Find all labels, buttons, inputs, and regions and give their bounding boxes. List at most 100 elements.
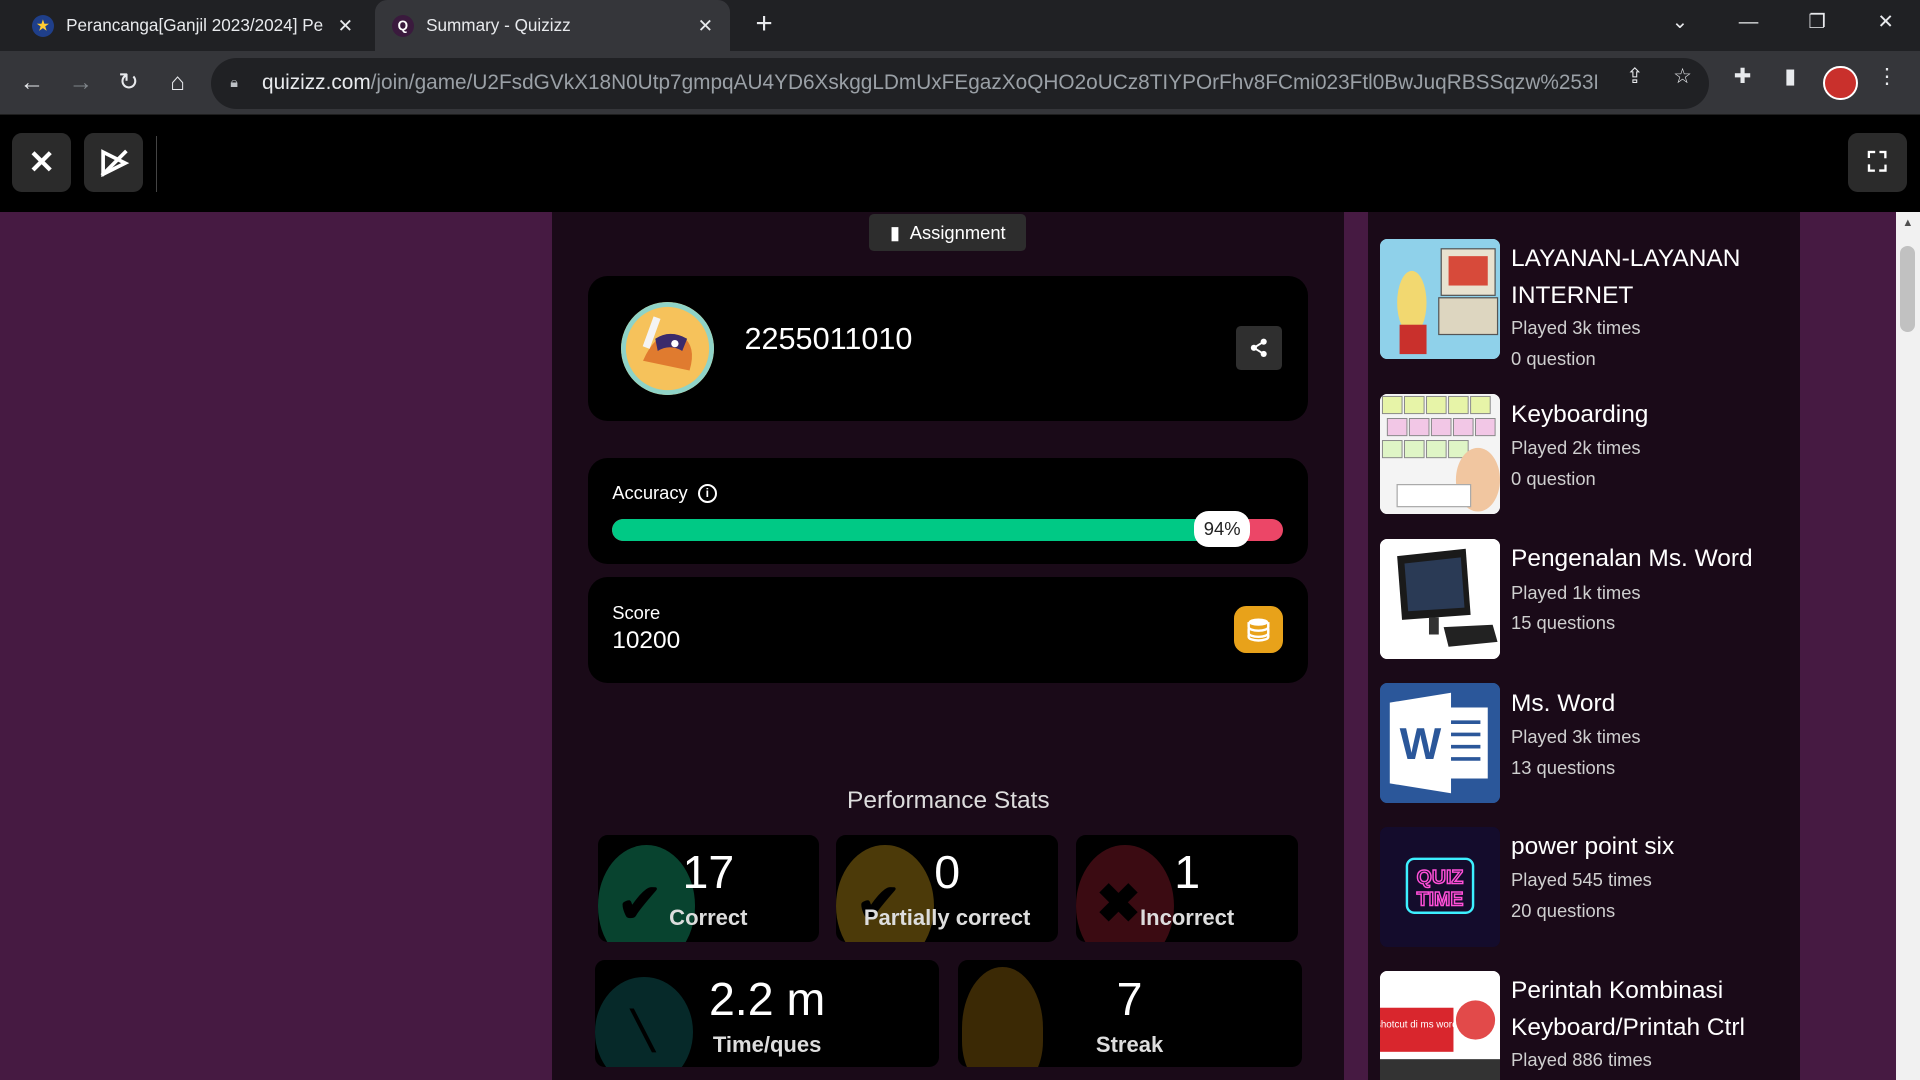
- close-icon[interactable]: ✕: [12, 133, 71, 193]
- recommendation-title: Perintah Kombinasi Keyboard/Printah Ctrl: [1511, 977, 1745, 1042]
- tab-perancanga[interactable]: ★ Perancanga[Ganjil 2023/2024] Pe ✕: [15, 0, 370, 51]
- close-tab-icon[interactable]: ✕: [691, 15, 720, 37]
- player-avatar: [620, 302, 714, 396]
- tab-summary-quizizz[interactable]: Q Summary - Quizizz ✕: [374, 0, 730, 52]
- stat-streak: 7 Streak: [957, 959, 1302, 1067]
- correct-label: Correct: [669, 904, 748, 930]
- accuracy-label-row: Accuracy i: [612, 482, 718, 504]
- quiz-thumbnail: W: [1380, 683, 1500, 804]
- recommendation-item[interactable]: shotcut di ms word Perintah Kombinasi Ke…: [1380, 971, 1784, 1080]
- partial-label: Partially correct: [863, 904, 1031, 930]
- avatar-illustration: [620, 302, 714, 396]
- computer-image: [1380, 538, 1500, 659]
- tab-title: Summary - Quizizz: [426, 15, 571, 36]
- info-icon[interactable]: i: [697, 483, 718, 504]
- tab-search-icon[interactable]: ⌄: [1646, 0, 1715, 44]
- forward-icon[interactable]: →: [64, 66, 98, 100]
- quiz-word: QUIZ: [1417, 866, 1464, 888]
- correct-count: 17: [682, 845, 735, 898]
- quiz-thumbnail: QUIZ TIME: [1380, 826, 1500, 947]
- quiz-thumbnail: [1380, 238, 1500, 359]
- recommendation-title: Pengenalan Ms. Word: [1511, 545, 1753, 573]
- partial-count: 0: [934, 845, 961, 898]
- new-tab-icon[interactable]: +: [747, 7, 781, 41]
- no-music-icon[interactable]: [84, 133, 144, 193]
- played-count: Played 886 times: [1511, 1049, 1652, 1071]
- url-text: quizizz.com/join/game/U2FsdGVkX18N0Utp7g…: [262, 71, 1597, 95]
- stat-partially-correct: ✔ 0 Partially correct: [836, 835, 1058, 942]
- share-icon: [1250, 338, 1267, 357]
- recommendation-title: Ms. Word: [1511, 689, 1616, 717]
- lock-icon: 🔒︎: [230, 75, 239, 92]
- score-label: Score: [612, 602, 661, 624]
- score-value: 10200: [612, 626, 681, 654]
- fullscreen-icon[interactable]: ⛶: [1847, 133, 1907, 193]
- accuracy-card: Accuracy i 94%: [587, 457, 1308, 565]
- stat-time-per-question: ╲ 2.2 m Time/ques: [595, 959, 940, 1067]
- played-count: Played 545 times: [1511, 869, 1652, 891]
- side-panel-icon[interactable]: ▮: [1777, 64, 1804, 91]
- minimize-icon[interactable]: —: [1714, 0, 1783, 44]
- share-button[interactable]: [1235, 325, 1283, 370]
- recommendation-item[interactable]: LAYANAN-LAYANAN INTERNET Played 3k times…: [1380, 238, 1784, 374]
- word-letter: W: [1400, 720, 1442, 769]
- played-count: Played 1k times: [1511, 581, 1641, 603]
- muted-play-icon: [100, 148, 129, 177]
- extensions-icon[interactable]: ✚: [1729, 64, 1756, 91]
- reload-icon[interactable]: ↻: [111, 66, 145, 100]
- scroll-up-icon[interactable]: ▲: [1896, 214, 1920, 234]
- summary-page: ▮ Assignment 2255011010 Accuracy i 94% S…: [0, 211, 1920, 1080]
- quiz-time-neon-image: QUIZ TIME: [1380, 826, 1500, 947]
- file-icon: ▮: [889, 221, 900, 243]
- menu-kebab-icon[interactable]: ⋮: [1873, 64, 1900, 91]
- time-word: TIME: [1417, 888, 1464, 910]
- streak-label: Streak: [1095, 1032, 1164, 1058]
- question-count: 0 question: [1511, 347, 1596, 369]
- time-value: 2.2 m: [708, 973, 826, 1026]
- accuracy-bar: [612, 519, 1284, 542]
- page-scrollbar[interactable]: ▲: [1895, 211, 1920, 1080]
- browser-toolbar: ← → ↻ ⌂ 🔒︎ quizizz.com/join/game/U2FsdGV…: [0, 51, 1920, 116]
- window-close-icon[interactable]: ✕: [1851, 0, 1920, 44]
- ms-word-logo-image: W: [1380, 683, 1500, 804]
- profile-avatar[interactable]: [1823, 66, 1858, 101]
- quiz-thumbnail: [1380, 394, 1500, 515]
- close-tab-icon[interactable]: ✕: [331, 15, 360, 37]
- recommendation-title: power point six: [1511, 832, 1675, 860]
- quiz-header-bar: ✕ ⛶: [0, 116, 1920, 212]
- restore-icon[interactable]: ❐: [1783, 0, 1852, 44]
- quiz-thumbnail: [1380, 538, 1500, 659]
- question-count: 0 question: [1511, 467, 1596, 489]
- accuracy-label: Accuracy: [612, 482, 688, 504]
- score-card: Score 10200: [587, 576, 1308, 684]
- shortcut-keyboard-image: shotcut di ms word: [1380, 971, 1500, 1080]
- recommendation-item[interactable]: W Ms. Word Played 3k times 13 questions: [1380, 683, 1784, 805]
- home-icon[interactable]: ⌂: [160, 66, 194, 100]
- recommendation-item[interactable]: Keyboarding Played 2k times 0 question: [1380, 394, 1784, 516]
- incorrect-label: Incorrect: [1139, 904, 1235, 930]
- played-count: Played 3k times: [1511, 726, 1641, 748]
- recommendation-title: Keyboarding: [1511, 400, 1649, 428]
- browser-tab-bar: ★ Perancanga[Ganjil 2023/2024] Pe ✕ Q Su…: [0, 0, 1920, 52]
- back-icon[interactable]: ←: [15, 66, 49, 100]
- recommendation-item[interactable]: Pengenalan Ms. Word Played 1k times 15 q…: [1380, 538, 1784, 661]
- question-count: 20 questions: [1511, 899, 1616, 921]
- recommendation-title: LAYANAN-LAYANAN INTERNET: [1511, 245, 1741, 309]
- assignment-label: Assignment: [909, 221, 1006, 243]
- summary-column: ▮ Assignment 2255011010 Accuracy i 94% S…: [552, 211, 1345, 1080]
- scrollbar-thumb[interactable]: [1900, 246, 1916, 332]
- quiz-thumbnail: shotcut di ms word: [1380, 971, 1500, 1080]
- coins-button[interactable]: [1234, 606, 1284, 653]
- question-count: 15 questions: [1511, 612, 1616, 634]
- user-card: 2255011010: [587, 275, 1308, 422]
- address-bar[interactable]: 🔒︎ quizizz.com/join/game/U2FsdGVkX18N0Ut…: [210, 57, 1710, 109]
- kemdikbud-icon: ★: [31, 14, 54, 37]
- recommendation-item[interactable]: QUIZ TIME power point six Played 545 tim…: [1380, 826, 1784, 949]
- share-page-icon[interactable]: ⇪: [1621, 64, 1648, 91]
- shortcut-caption: shotcut di ms word: [1380, 1019, 1458, 1030]
- coins-icon: [1247, 618, 1270, 642]
- played-count: Played 3k times: [1511, 317, 1641, 339]
- tab-title: Perancanga[Ganjil 2023/2024] Pe: [66, 15, 324, 36]
- player-username: 2255011010: [744, 322, 913, 357]
- bookmark-star-icon[interactable]: ☆: [1669, 64, 1696, 91]
